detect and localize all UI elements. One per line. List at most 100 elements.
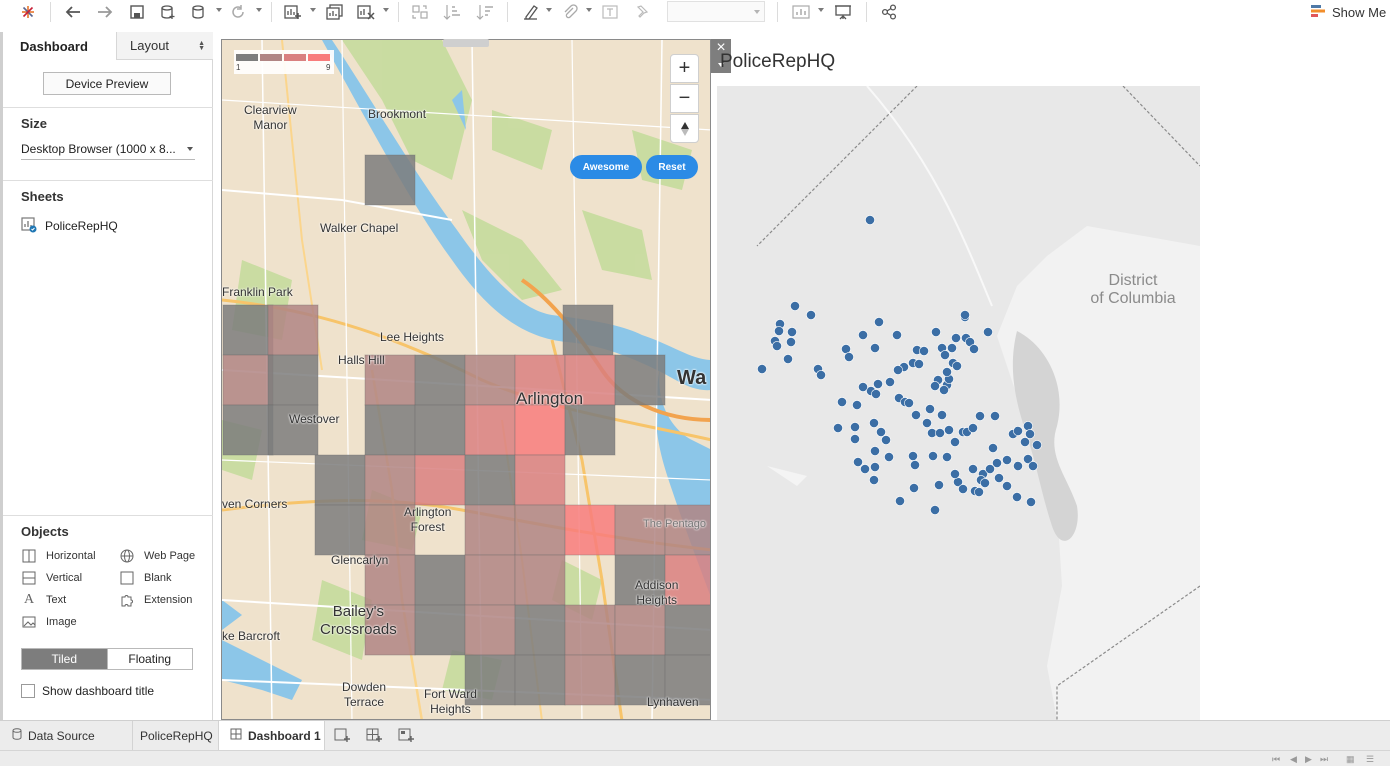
police-hq-point[interactable] <box>975 411 985 421</box>
police-hq-point[interactable] <box>909 483 919 493</box>
police-hq-point[interactable] <box>919 346 929 356</box>
grid-cell[interactable] <box>564 604 616 656</box>
police-hq-point[interactable] <box>930 381 940 391</box>
grid-cell[interactable] <box>414 604 466 656</box>
grid-cell[interactable] <box>464 354 516 406</box>
police-hq-point[interactable] <box>1012 492 1022 502</box>
size-dropdown[interactable]: Desktop Browser (1000 x 8... <box>21 138 195 160</box>
police-hq-point[interactable] <box>892 330 902 340</box>
grid-cell[interactable] <box>614 354 666 406</box>
police-hq-point[interactable] <box>988 443 998 453</box>
police-hq-point[interactable] <box>968 464 978 474</box>
police-hq-point[interactable] <box>870 343 880 353</box>
grid-cell[interactable] <box>222 304 274 356</box>
group-icon[interactable] <box>559 2 581 22</box>
grid-cell[interactable] <box>464 554 516 606</box>
clear-sheet-icon[interactable] <box>355 2 377 22</box>
grid-cell[interactable] <box>514 504 566 556</box>
police-hq-point[interactable] <box>844 352 854 362</box>
police-hq-point[interactable] <box>930 505 940 515</box>
new-worksheet-icon[interactable] <box>282 2 304 22</box>
tab-layout[interactable]: Layout ▲ ▼ <box>116 32 213 60</box>
police-hq-point[interactable] <box>895 496 905 506</box>
police-hq-point[interactable] <box>1013 461 1023 471</box>
police-hq-point[interactable] <box>850 434 860 444</box>
police-hq-point[interactable] <box>884 452 894 462</box>
grid-cell[interactable] <box>267 304 319 356</box>
grid-cell[interactable] <box>562 304 614 356</box>
new-worksheet-icon[interactable] <box>333 726 351 744</box>
grid-cell[interactable] <box>414 454 466 506</box>
police-hq-point[interactable] <box>937 410 947 420</box>
object-horizontal[interactable]: Horizontal <box>21 548 96 564</box>
police-hq-point[interactable] <box>876 427 886 437</box>
grid-cell[interactable] <box>364 404 416 456</box>
police-hq-point[interactable] <box>931 327 941 337</box>
grid-cell[interactable] <box>364 154 416 206</box>
object-blank[interactable]: Blank <box>119 570 172 586</box>
police-hq-point[interactable] <box>911 410 921 420</box>
police-hq-point[interactable] <box>786 337 796 347</box>
police-hq-point[interactable] <box>980 478 990 488</box>
police-hq-point[interactable] <box>934 480 944 490</box>
police-hq-point[interactable] <box>944 425 954 435</box>
police-hq-point[interactable] <box>950 437 960 447</box>
grid-cell[interactable] <box>514 404 566 456</box>
new-dashboard-icon[interactable] <box>365 726 383 744</box>
police-hq-point[interactable] <box>994 473 1004 483</box>
police-hq-point[interactable] <box>1028 461 1038 471</box>
sort-ascending-icon[interactable] <box>441 2 463 22</box>
police-hq-point[interactable] <box>816 370 826 380</box>
grid-cell[interactable] <box>614 604 666 656</box>
police-hq-point[interactable] <box>1002 455 1012 465</box>
police-hq-point[interactable] <box>935 428 945 438</box>
object-web-page[interactable]: Web Page <box>119 548 195 564</box>
police-hq-point[interactable] <box>850 422 860 432</box>
police-hq-point[interactable] <box>910 460 920 470</box>
grid-cell[interactable] <box>514 454 566 506</box>
grid-cell[interactable] <box>464 504 516 556</box>
fit-combo[interactable] <box>667 1 765 22</box>
tab-dashboard-1[interactable]: Dashboard 1 <box>219 721 325 750</box>
police-hq-point[interactable] <box>928 451 938 461</box>
police-hq-point[interactable] <box>860 464 870 474</box>
last-page-icon[interactable]: ⏭ <box>1320 754 1328 765</box>
sheet-item-policerephq[interactable]: PoliceRepHQ <box>21 216 118 236</box>
grid-cell[interactable] <box>314 454 366 506</box>
sort-descending-icon[interactable] <box>474 2 496 22</box>
show-me-button[interactable]: Show Me <box>1310 2 1386 22</box>
tab-policerephq[interactable]: PoliceRepHQ <box>133 721 219 750</box>
police-hq-point[interactable] <box>958 484 968 494</box>
show-dashboard-title-checkbox[interactable]: Show dashboard title <box>21 684 154 698</box>
police-map[interactable]: District of Columbia <box>717 86 1200 720</box>
police-hq-point[interactable] <box>947 343 957 353</box>
zoom-in-button[interactable]: + <box>670 54 699 83</box>
grid-cell[interactable] <box>222 404 274 456</box>
police-hq-point[interactable] <box>969 344 979 354</box>
grid-cell[interactable] <box>564 504 616 556</box>
police-hq-point[interactable] <box>783 354 793 364</box>
grid-cell[interactable] <box>414 554 466 606</box>
police-hq-point[interactable] <box>858 382 868 392</box>
grid-cell[interactable] <box>414 354 466 406</box>
basemap[interactable] <box>222 40 711 720</box>
zoom-out-button[interactable]: − <box>670 84 699 113</box>
police-hq-point[interactable] <box>870 462 880 472</box>
object-text[interactable]: A Text <box>21 592 66 608</box>
police-hq-point[interactable] <box>774 326 784 336</box>
fix-axes-icon[interactable] <box>632 2 654 22</box>
police-hq-point[interactable] <box>960 310 970 320</box>
undo-icon[interactable] <box>62 2 84 22</box>
police-hq-point[interactable] <box>968 423 978 433</box>
floating-button[interactable]: Floating <box>106 649 192 669</box>
next-page-icon[interactable]: ▶ <box>1305 754 1312 765</box>
share-icon[interactable] <box>878 2 900 22</box>
police-hq-point[interactable] <box>952 361 962 371</box>
police-hq-point[interactable] <box>985 464 995 474</box>
prev-page-icon[interactable]: ◀ <box>1290 754 1297 765</box>
police-hq-point[interactable] <box>904 398 914 408</box>
police-hq-point[interactable] <box>1032 440 1042 450</box>
police-hq-point[interactable] <box>939 385 949 395</box>
drag-handle[interactable] <box>443 39 489 47</box>
police-hq-point[interactable] <box>950 469 960 479</box>
